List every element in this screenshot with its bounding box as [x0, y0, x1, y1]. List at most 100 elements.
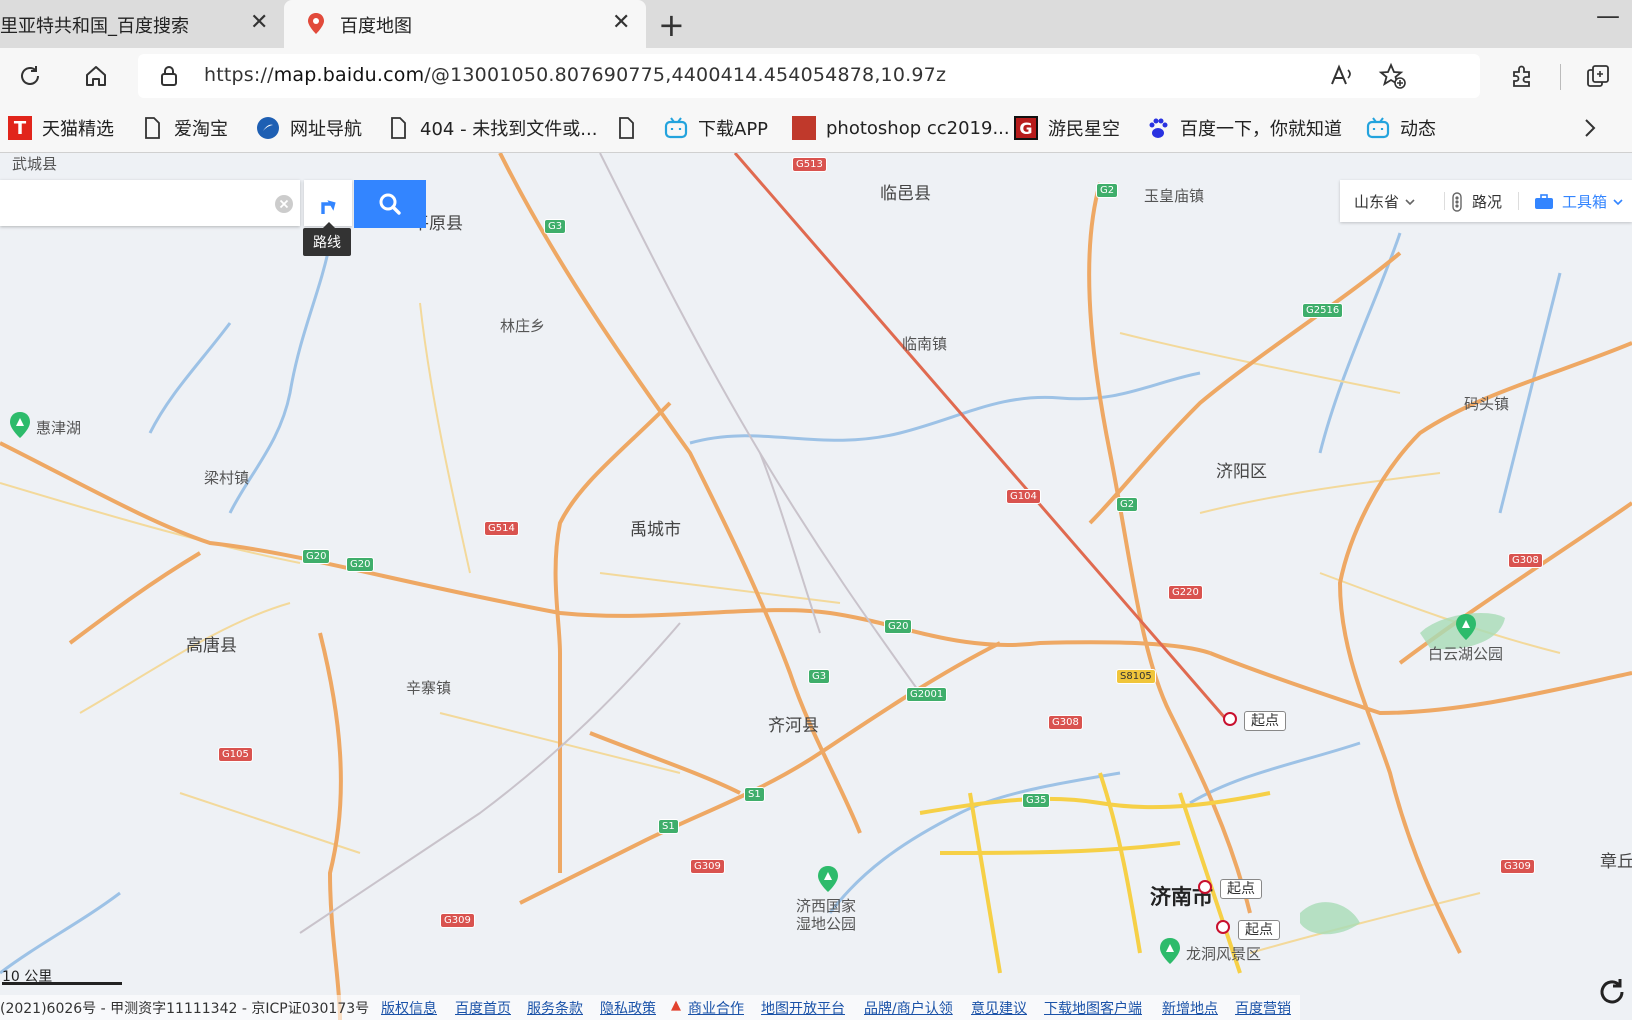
bookmark-photoshop[interactable]: photoshop cc2019... — [792, 114, 1010, 142]
bookmark-download-app[interactable]: 下载APP — [664, 114, 768, 142]
road-shield: G104 — [1006, 489, 1041, 504]
tab-close-icon[interactable]: ✕ — [612, 10, 630, 35]
road-shield: S8105 — [1116, 669, 1156, 684]
park-pin-icon[interactable] — [8, 411, 32, 439]
start-point-label[interactable]: 起点 — [1220, 879, 1262, 899]
tab-baidu-map[interactable]: 百度地图 ✕ — [284, 0, 646, 48]
footer-link[interactable]: 百度首页 — [455, 998, 511, 1018]
bookmark-untitled[interactable] — [614, 114, 648, 142]
footer-link[interactable]: 新增地点 — [1162, 998, 1218, 1018]
road-shield: G308 — [1048, 715, 1083, 730]
place-label[interactable]: 武城县 — [12, 153, 57, 174]
place-label[interactable]: 码头镇 — [1464, 393, 1509, 414]
place-label[interactable]: 章丘 — [1600, 847, 1632, 872]
bookmark-navigation[interactable]: 网址导航 — [256, 114, 362, 142]
road-shield: G20 — [346, 557, 375, 572]
chevron-right-icon[interactable] — [1580, 116, 1600, 140]
route-button[interactable] — [304, 180, 352, 226]
search-button[interactable] — [354, 180, 426, 228]
lock-icon[interactable] — [158, 64, 180, 88]
bookmark-baidu[interactable]: 百度一下，你就知道 — [1146, 114, 1342, 142]
bookmark-label: 百度一下，你就知道 — [1180, 119, 1342, 140]
footer-link[interactable]: 品牌/商户认领 — [864, 998, 953, 1018]
new-tab-icon[interactable]: + — [658, 6, 685, 44]
gamersky-icon: G — [1014, 116, 1038, 140]
place-label[interactable]: 惠津湖 — [36, 417, 81, 438]
tab-close-icon[interactable]: ✕ — [250, 10, 268, 35]
bookmark-dongtai[interactable]: 动态 — [1366, 114, 1436, 142]
place-label[interactable]: 高唐县 — [186, 631, 237, 656]
start-point-marker[interactable] — [1223, 712, 1237, 726]
bookmark-aitaobao[interactable]: 爱淘宝 — [140, 114, 228, 142]
chevron-down-icon — [1613, 198, 1623, 205]
page-icon — [391, 117, 406, 139]
divider — [1444, 192, 1445, 210]
footer-link[interactable]: 地图开放平台 — [761, 998, 845, 1018]
chevron-down-icon — [1405, 198, 1415, 205]
page-icon — [619, 117, 634, 139]
refresh-icon[interactable] — [1596, 976, 1628, 1008]
map-canvas[interactable]: 武城县 平原县 临邑县 玉皇庙镇 林庄乡 临南镇 惠津湖 码头镇 济阳区 梁村镇… — [0, 153, 1632, 1020]
seal-icon — [792, 116, 816, 140]
traffic-toggle[interactable]: 路况 — [1450, 191, 1502, 212]
tab-baidu-search[interactable]: 里亚特共和国_百度搜索 ✕ — [0, 0, 282, 48]
copyright-text: (2021)6026号 - 甲测资字11111342 - 京ICP证030173… — [0, 1001, 370, 1017]
footer-link[interactable]: 隐私政策 — [600, 998, 656, 1018]
road-shield: G309 — [1500, 859, 1535, 874]
home-icon[interactable] — [78, 58, 114, 94]
road-shield: G3 — [544, 219, 567, 234]
place-label[interactable]: 禹城市 — [630, 515, 681, 540]
place-label[interactable]: 临邑县 — [880, 179, 931, 204]
start-point-marker[interactable] — [1198, 880, 1212, 894]
footer-link[interactable]: 下载地图客户端 — [1044, 998, 1142, 1018]
bookmark-label: photoshop cc2019... — [826, 117, 1010, 139]
extensions-icon[interactable] — [1504, 58, 1540, 94]
bookmark-gamersky[interactable]: G 游民星空 — [1014, 114, 1120, 142]
collections-icon[interactable] — [1580, 58, 1616, 94]
bookmark-label: 404 - 未找到文件或... — [420, 119, 598, 140]
road-shield: S1 — [744, 787, 765, 802]
road-shield: G2516 — [1302, 303, 1344, 318]
place-label[interactable]: 济西国家湿地公园 — [796, 897, 868, 933]
place-label[interactable]: 玉皇庙镇 — [1144, 185, 1204, 206]
place-label[interactable]: 白云湖公园 — [1428, 643, 1503, 664]
road-shield: G220 — [1168, 585, 1203, 600]
footer-link[interactable]: 百度营销 — [1235, 998, 1291, 1018]
place-label[interactable]: 梁村镇 — [204, 467, 249, 488]
road-shield: G309 — [690, 859, 725, 874]
place-label[interactable]: 林庄乡 — [500, 315, 545, 336]
place-label[interactable]: 龙洞风景区 — [1186, 943, 1261, 964]
toolbar-divider — [1560, 64, 1561, 90]
footer-link[interactable]: 版权信息 — [381, 998, 437, 1018]
bookmark-404[interactable]: 404 - 未找到文件或... — [386, 114, 597, 142]
park-pin-icon[interactable] — [1158, 937, 1182, 965]
park-pin-icon[interactable] — [1454, 613, 1478, 641]
minimize-icon[interactable]: — — [1596, 2, 1620, 30]
url-text[interactable]: https://map.baidu.com/@13001050.80769077… — [204, 64, 946, 86]
read-aloud-icon[interactable] — [1328, 62, 1356, 90]
start-point-label[interactable]: 起点 — [1244, 711, 1286, 731]
start-point-label[interactable]: 起点 — [1238, 920, 1280, 940]
place-label[interactable]: 齐河县 — [768, 711, 819, 736]
region-selector[interactable]: 山东省 — [1354, 191, 1417, 212]
clear-icon[interactable] — [274, 194, 294, 214]
road-shield: G35 — [1022, 793, 1051, 808]
search-input[interactable] — [0, 180, 300, 226]
reload-icon[interactable] — [12, 58, 48, 94]
bookmark-label: 下载APP — [698, 119, 769, 140]
footer-link[interactable]: 意见建议 — [971, 998, 1027, 1018]
map-footer: (2021)6026号 - 甲测资字11111342 - 京ICP证030173… — [0, 995, 1300, 1020]
footer-link[interactable]: 服务条款 — [527, 998, 583, 1018]
address-bar[interactable]: https://map.baidu.com/@13001050.80769077… — [138, 54, 1480, 98]
bookmark-label: 游民星空 — [1048, 119, 1120, 140]
place-label[interactable]: 济阳区 — [1216, 457, 1267, 482]
road-shield: G20 — [302, 549, 331, 564]
toolbox-button[interactable]: 工具箱 — [1534, 191, 1625, 212]
bookmark-tmall[interactable]: T 天猫精选 — [8, 114, 114, 142]
place-label[interactable]: 辛寨镇 — [406, 677, 451, 698]
footer-link[interactable]: 商业合作 — [688, 998, 744, 1018]
park-pin-icon[interactable] — [816, 865, 840, 893]
start-point-marker[interactable] — [1216, 920, 1230, 934]
add-favorite-icon[interactable] — [1378, 62, 1408, 90]
place-label[interactable]: 临南镇 — [902, 333, 947, 354]
